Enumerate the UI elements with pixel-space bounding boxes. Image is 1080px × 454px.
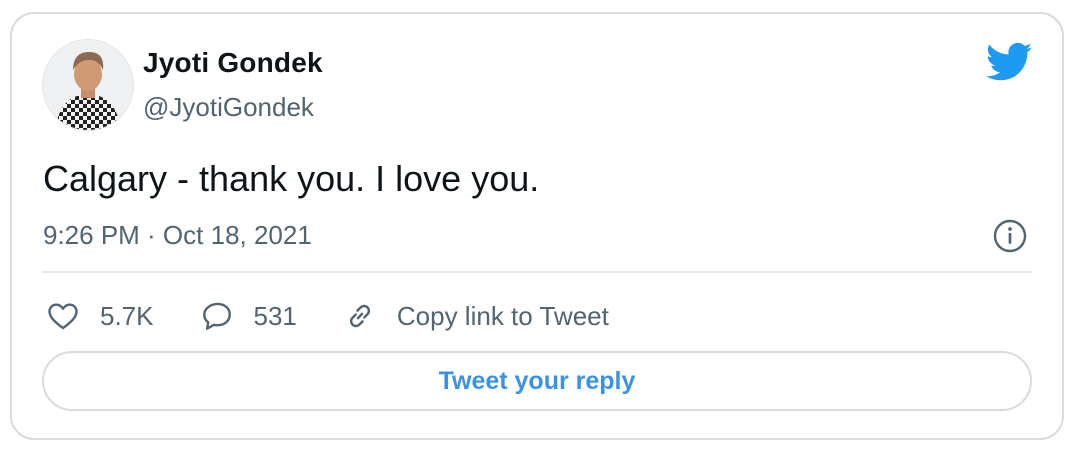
action-bar: 5.7K 531 Copy link to Tweet xyxy=(46,296,655,336)
tweet-card: Jyoti Gondek @JyotiGondek Calgary - than… xyxy=(10,12,1064,440)
author-handle[interactable]: @JyotiGondek xyxy=(143,92,314,123)
author-name[interactable]: Jyoti Gondek xyxy=(143,47,323,79)
like-button[interactable]: 5.7K xyxy=(46,299,154,333)
like-count: 5.7K xyxy=(100,300,154,331)
copy-link-label: Copy link to Tweet xyxy=(396,300,609,331)
reply-count: 531 xyxy=(253,300,297,331)
tweet-timestamp[interactable]: 9:26 PM · Oct 18, 2021 xyxy=(43,220,312,251)
avatar[interactable] xyxy=(42,39,134,131)
reply-bubble-icon xyxy=(202,302,231,330)
reply-count-button[interactable]: 531 xyxy=(200,299,297,333)
avatar-image xyxy=(43,40,133,130)
heart-icon xyxy=(48,303,78,330)
tweet-your-reply-button[interactable]: Tweet your reply xyxy=(42,351,1032,411)
tweet-text: Calgary - thank you. I love you. xyxy=(43,158,540,199)
copy-link-button[interactable]: Copy link to Tweet xyxy=(343,299,609,333)
twitter-bird-icon[interactable] xyxy=(986,42,1032,82)
link-icon xyxy=(349,304,370,328)
info-icon[interactable] xyxy=(992,218,1028,254)
divider xyxy=(42,271,1032,273)
